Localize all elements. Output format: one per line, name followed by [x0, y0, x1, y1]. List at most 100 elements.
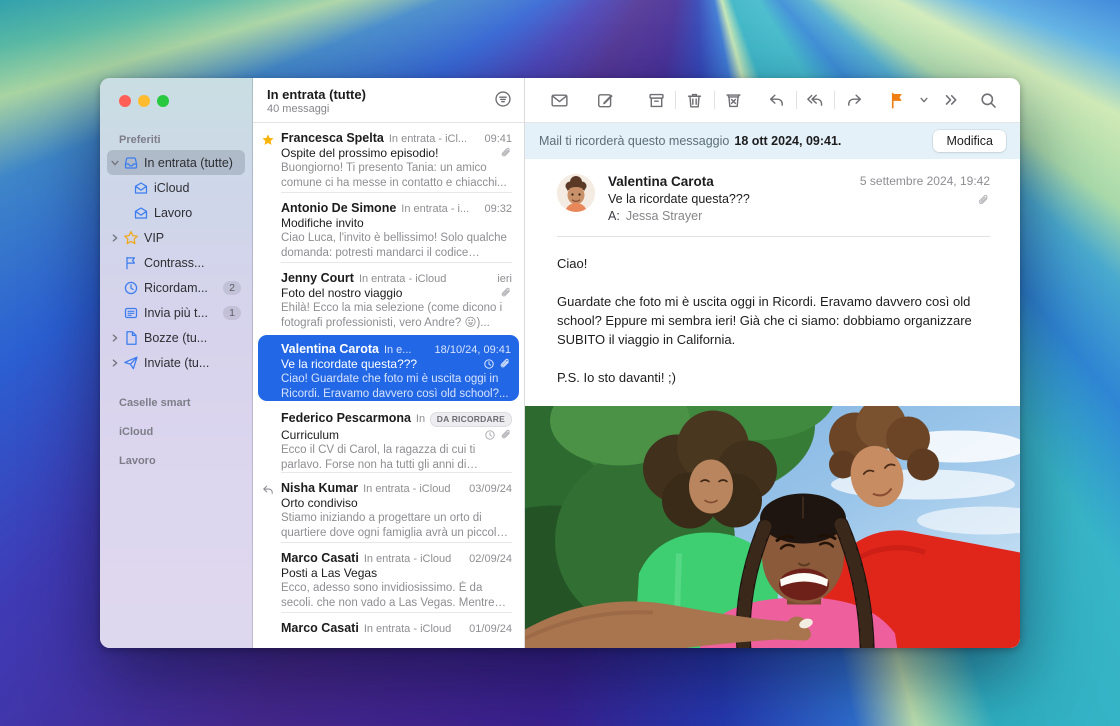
chevron-right-icon[interactable]	[110, 357, 122, 369]
sidebar-section-smart-mailboxes[interactable]: Caselle smart	[100, 397, 252, 413]
unread-badge: 1	[223, 306, 241, 320]
sidebar-section-favorites: Preferiti	[100, 134, 252, 150]
message-row[interactable]: Marco Casati In entrata - iCloud 02/09/2…	[253, 543, 524, 613]
flag-menu-chevron-icon[interactable]	[916, 87, 931, 113]
sender: Nisha Kumar	[281, 481, 358, 495]
close-button[interactable]	[119, 95, 131, 107]
sender: Francesca Spelta	[281, 131, 384, 145]
mailbox-label: In entrata - iCloud	[364, 623, 464, 635]
reading-pane: Mail ti ricorderà questo messaggio 18 ot…	[525, 78, 1020, 648]
mailbox-title: In entrata (tutte)	[267, 87, 494, 102]
sidebar-item-inbox-all[interactable]: In entrata (tutte)	[107, 150, 245, 175]
date: 03/09/24	[469, 483, 512, 495]
date: 18/10/24, 09:41	[435, 344, 511, 356]
date: 02/09/24	[469, 553, 512, 565]
forward-button[interactable]	[835, 87, 873, 113]
sidebar-item-inbox-icloud[interactable]: iCloud	[129, 175, 245, 200]
message-row[interactable]: Antonio De Simone In entrata - i... 09:3…	[253, 193, 524, 263]
message-body: Ciao! Guardate che foto mi è uscita oggi…	[525, 237, 1020, 406]
sidebar-item-vip[interactable]: VIP	[107, 225, 245, 250]
sidebar-item-label: Bozze (tu...	[144, 331, 245, 345]
sender: Marco Casati	[281, 551, 359, 565]
sidebar-item-label: VIP	[144, 231, 245, 245]
sender: Antonio De Simone	[281, 201, 396, 215]
message-row[interactable]: Marco Casati In entrata - iCloud 01/09/2…	[253, 613, 524, 648]
date: 09:41	[484, 133, 512, 145]
message-row[interactable]: Francesca Spelta In entrata - iCl... 09:…	[253, 123, 524, 193]
sidebar-item-send-later[interactable]: Invia più t... 1	[107, 300, 245, 325]
chevron-down-icon[interactable]	[110, 157, 122, 169]
chevron-right-icon[interactable]	[110, 232, 122, 244]
preview: Ehilà! Ecco la mia selezione (come dicon…	[281, 301, 512, 331]
message-row[interactable]: Nisha Kumar In entrata - iCloud 03/09/24…	[253, 473, 524, 543]
mail-window: Preferiti In entrata (tutte) iCloud Lavo…	[100, 78, 1020, 648]
paperclip-icon	[500, 147, 512, 159]
chevron-right-icon[interactable]	[110, 332, 122, 344]
mailbox-label: In entrata - iCloud	[364, 553, 464, 565]
subject: Foto del nostro viaggio	[281, 286, 496, 300]
trash-button[interactable]	[676, 87, 714, 113]
sender: Federico Pescarmona	[281, 411, 411, 425]
sender: Jenny Court	[281, 271, 354, 285]
avatar[interactable]	[557, 174, 595, 212]
sidebar-item-sent[interactable]: Inviate (tu...	[107, 350, 245, 375]
get-mail-button[interactable]	[541, 87, 579, 113]
sidebar-item-reminders[interactable]: Ricordam... 2	[107, 275, 245, 300]
envelope-open-icon	[133, 180, 149, 196]
filter-icon[interactable]	[494, 90, 512, 113]
message-row-selected[interactable]: Valentina Carota In e... 18/10/24, 09:41…	[258, 335, 519, 401]
mailbox-label: In entrata - iCloud	[359, 273, 492, 285]
recipient[interactable]: Jessa Strayer	[626, 209, 702, 223]
sidebar-item-label: Ricordam...	[144, 281, 223, 295]
zoom-button[interactable]	[157, 95, 169, 107]
send-later-icon	[123, 305, 139, 321]
message-count: 40 messaggi	[267, 103, 494, 115]
reply-all-button[interactable]	[797, 87, 835, 113]
junk-button[interactable]	[715, 87, 753, 113]
attachment-paperclip-icon[interactable]	[860, 194, 990, 207]
sidebar-item-drafts[interactable]: Bozze (tu...	[107, 325, 245, 350]
attachment-photo[interactable]	[525, 406, 1020, 648]
replied-arrow-icon	[261, 483, 275, 497]
message-date: 5 settembre 2024, 19:42	[860, 174, 990, 188]
sidebar: Preferiti In entrata (tutte) iCloud Lavo…	[100, 78, 253, 648]
compose-button[interactable]	[586, 87, 624, 113]
paperclip-icon	[500, 287, 512, 299]
message-header: Valentina Carota Ve la ricordate questa?…	[525, 159, 1020, 223]
body-paragraph: P.S. Io sto davanti! ;)	[557, 368, 990, 387]
more-toolbar-items-button[interactable]	[932, 87, 970, 113]
minimize-button[interactable]	[138, 95, 150, 107]
preview: Ecco, adesso sono invidiosissimo. È da s…	[281, 581, 512, 611]
reminder-banner: Mail ti ricorderà questo messaggio 18 ot…	[525, 123, 1020, 159]
preview: Ecco il CV di Carol, la ragazza di cui t…	[281, 443, 512, 473]
subject: Curriculum	[281, 428, 480, 442]
to-label: A:	[608, 209, 620, 223]
message-subject: Ve la ricordate questa???	[608, 192, 860, 206]
subject: Ospite del prossimo episodio!	[281, 146, 496, 160]
reminder-clock-icon	[483, 358, 495, 370]
sidebar-item-inbox-lavoro[interactable]: Lavoro	[129, 200, 245, 225]
mailbox-label: In ...	[416, 413, 425, 425]
body-paragraph: Guardate che foto mi è uscita oggi in Ri…	[557, 292, 990, 349]
archive-button[interactable]	[637, 87, 675, 113]
preview: Ciao! Guardate che foto mi è uscita oggi…	[281, 372, 511, 402]
reply-button[interactable]	[758, 87, 796, 113]
message-row[interactable]: Federico Pescarmona In ... DA RICORDARE …	[253, 403, 524, 473]
edit-reminder-button[interactable]: Modifica	[933, 130, 1006, 152]
message-row[interactable]: Jenny Court In entrata - iCloud ieri Fot…	[253, 263, 524, 333]
flag-icon	[123, 255, 139, 271]
reminder-banner-datetime: 18 ott 2024, 09:41.	[734, 134, 841, 148]
sidebar-section-lavoro[interactable]: Lavoro	[100, 455, 252, 471]
sidebar-item-flagged[interactable]: Contrass...	[107, 250, 245, 275]
flag-button[interactable]	[879, 87, 917, 113]
sidebar-item-label: Invia più t...	[144, 306, 223, 320]
star-flag-icon	[261, 133, 275, 147]
sender: Valentina Carota	[281, 342, 379, 356]
preview: Buongiorno! Ti presento Tania: un amico …	[281, 161, 512, 191]
toolbar	[525, 78, 1020, 123]
message-list-header: In entrata (tutte) 40 messaggi	[253, 78, 524, 123]
date: 01/09/24	[469, 623, 512, 635]
search-button[interactable]	[969, 87, 1007, 113]
sidebar-section-icloud[interactable]: iCloud	[100, 426, 252, 442]
spacer	[110, 257, 122, 269]
